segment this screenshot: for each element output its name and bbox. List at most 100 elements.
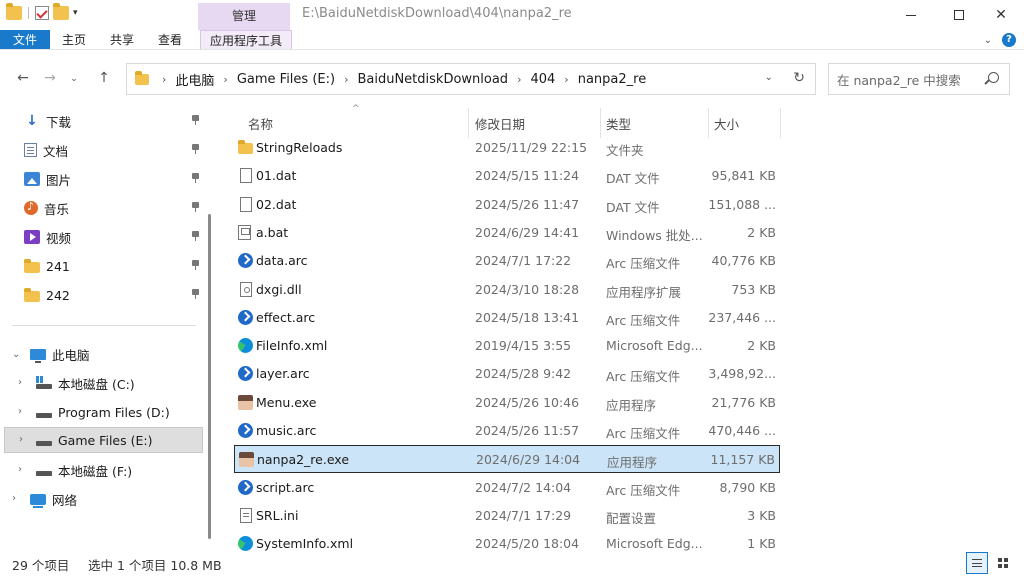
- chevron-right-icon[interactable]: ›: [18, 406, 22, 417]
- table-row[interactable]: data.arc 2024/7/1 17:22 Arc 压缩文件 40,776 KB: [234, 247, 780, 275]
- file-name: music.arc: [256, 423, 317, 438]
- table-row[interactable]: effect.arc 2024/5/18 13:41 Arc 压缩文件 237,446…: [234, 304, 780, 332]
- details-view-button[interactable]: [966, 552, 988, 574]
- nav-item-pictures[interactable]: 图片: [24, 166, 205, 192]
- chevron-right-icon[interactable]: ›: [162, 73, 166, 86]
- pin-icon: [192, 202, 199, 212]
- file-date: 2024/7/1 17:22: [475, 253, 572, 269]
- file-date: 2024/5/28 9:42: [475, 366, 572, 382]
- file-name: layer.arc: [256, 366, 310, 382]
- nav-item-music[interactable]: 音乐: [24, 195, 205, 221]
- table-row[interactable]: a.bat 2024/6/29 14:41 Windows 批处... 2 KB: [234, 219, 780, 247]
- breadcrumb-drive[interactable]: Game Files (E:): [237, 72, 335, 87]
- minimize-icon: [906, 14, 916, 16]
- file-size: 1 KB: [747, 536, 776, 552]
- customize-toolbar-icon[interactable]: ▾: [73, 8, 78, 18]
- nav-scrollbar[interactable]: [208, 214, 211, 539]
- column-divider[interactable]: [780, 108, 781, 138]
- chevron-down-icon[interactable]: ⌄: [12, 349, 20, 360]
- nav-item-videos[interactable]: 视频: [24, 224, 205, 250]
- download-icon: ↓: [26, 113, 38, 129]
- address-bar[interactable]: › 此电脑 › Game Files (E:) › BaiduNetdiskDo…: [126, 63, 816, 95]
- breadcrumb-this-pc[interactable]: 此电脑: [175, 70, 214, 89]
- breadcrumb-current[interactable]: nanpa2_re: [578, 72, 647, 87]
- chevron-right-icon[interactable]: ›: [517, 73, 521, 86]
- nav-item-label: Program Files (D:): [58, 404, 170, 420]
- file-type: Arc 压缩文件: [606, 482, 681, 498]
- nav-item-network[interactable]: 网络: [30, 486, 205, 512]
- chevron-down-icon[interactable]: ⌄: [765, 72, 773, 83]
- arc-archive-icon: [238, 423, 253, 438]
- refresh-icon[interactable]: ↻: [793, 70, 805, 86]
- nav-item-folder-241[interactable]: 241: [24, 253, 205, 279]
- table-row[interactable]: dxgi.dll 2024/3/10 18:28 应用程序扩展 753 KB: [234, 276, 780, 304]
- nav-item-drive-f[interactable]: 本地磁盘 (F:): [36, 457, 205, 483]
- folder-icon: [24, 287, 40, 302]
- table-row[interactable]: 02.dat 2024/5/26 11:47 DAT 文件 151,088 ...: [234, 191, 780, 219]
- table-row[interactable]: nanpa2_re.exe 2024/6/29 14:04 应用程序 11,157 K…: [234, 445, 780, 474]
- table-row[interactable]: 01.dat 2024/5/15 11:24 DAT 文件 95,841 KB: [234, 162, 780, 190]
- expand-ribbon-icon[interactable]: ⌄: [984, 35, 992, 46]
- folder-icon[interactable]: [6, 3, 22, 20]
- help-icon[interactable]: ?: [1002, 33, 1016, 47]
- breadcrumb-folder[interactable]: BaiduNetdiskDownload: [357, 72, 508, 87]
- large-icons-view-button[interactable]: [992, 552, 1014, 574]
- new-folder-icon[interactable]: [53, 3, 69, 20]
- table-row[interactable]: script.arc 2024/7/2 14:04 Arc 压缩文件 8,790 KB: [234, 474, 780, 502]
- window-title: E:\BaiduNetdiskDownload\404\nanpa2_re: [302, 6, 572, 21]
- recent-locations-chevron-icon[interactable]: ⌄: [64, 74, 84, 84]
- pin-icon: [192, 260, 199, 270]
- chevron-right-icon[interactable]: ›: [344, 73, 348, 86]
- file-size: 3,498,92...: [708, 366, 776, 382]
- properties-icon[interactable]: [35, 6, 49, 20]
- nav-item-label: 本地磁盘 (C:): [58, 376, 135, 392]
- close-button[interactable]: ✕: [978, 0, 1024, 30]
- table-row[interactable]: layer.arc 2024/5/28 9:42 Arc 压缩文件 3,498,92.…: [234, 360, 780, 388]
- search-placeholder: 在 nanpa2_re 中搜索: [837, 72, 961, 88]
- search-input[interactable]: 在 nanpa2_re 中搜索: [828, 63, 1010, 95]
- network-icon: [30, 493, 46, 508]
- details-view-icon: [972, 559, 982, 567]
- back-arrow-icon[interactable]: ←: [13, 70, 33, 86]
- file-date: 2024/6/29 14:41: [475, 224, 580, 240]
- tab-application-tools[interactable]: 应用程序工具: [200, 30, 293, 49]
- maximize-button[interactable]: [936, 0, 982, 30]
- table-row[interactable]: Menu.exe 2024/5/26 10:46 应用程序 21,776 KB: [234, 389, 780, 417]
- chevron-right-icon[interactable]: ›: [18, 464, 22, 475]
- nav-item-drive-c[interactable]: 本地磁盘 (C:): [36, 370, 205, 396]
- table-row[interactable]: StringReloads 2025/11/29 22:15 文件夹: [234, 134, 780, 162]
- file-type: Arc 压缩文件: [606, 256, 681, 272]
- nav-item-folder-242[interactable]: 242: [24, 282, 205, 308]
- nav-item-documents[interactable]: 文档: [24, 137, 205, 163]
- nav-item-drive-e[interactable]: › Game Files (E:): [4, 427, 203, 453]
- drive-icon: [36, 440, 52, 446]
- file-type: 应用程序: [607, 455, 658, 471]
- up-arrow-icon[interactable]: ↑: [94, 70, 114, 86]
- table-row[interactable]: SRL.ini 2024/7/1 17:29 配置设置 3 KB: [234, 502, 780, 530]
- chevron-right-icon[interactable]: ›: [18, 377, 22, 388]
- tab-home[interactable]: 主页: [50, 30, 98, 49]
- tab-file[interactable]: 文件: [0, 30, 50, 49]
- minimize-button[interactable]: [888, 0, 934, 30]
- dll-file-icon: [240, 281, 252, 297]
- file-type: DAT 文件: [606, 199, 660, 215]
- folder-icon: [135, 70, 149, 85]
- forward-arrow-icon[interactable]: →: [40, 70, 60, 86]
- nav-item-drive-d[interactable]: Program Files (D:): [36, 399, 205, 425]
- tab-view[interactable]: 查看: [146, 30, 194, 49]
- chevron-right-icon[interactable]: ›: [12, 493, 16, 504]
- tab-share[interactable]: 共享: [98, 30, 146, 49]
- search-icon[interactable]: [988, 72, 999, 83]
- file-type: Microsoft Edg...: [606, 338, 703, 354]
- chevron-right-icon[interactable]: ›: [19, 434, 23, 445]
- exe-app-icon: [238, 394, 253, 410]
- breadcrumb-folder[interactable]: 404: [530, 72, 555, 87]
- drive-icon: [36, 470, 52, 476]
- chevron-right-icon[interactable]: ›: [564, 73, 568, 86]
- table-row[interactable]: FileInfo.xml 2019/4/15 3:55 Microsoft Edg.…: [234, 332, 780, 360]
- table-row[interactable]: music.arc 2024/5/26 11:57 Arc 压缩文件 470,446 …: [234, 417, 780, 445]
- nav-item-this-pc[interactable]: 此电脑: [30, 341, 205, 367]
- nav-item-label: 文档: [43, 143, 69, 159]
- chevron-right-icon[interactable]: ›: [223, 73, 227, 86]
- nav-item-downloads[interactable]: ↓ 下载: [24, 108, 205, 134]
